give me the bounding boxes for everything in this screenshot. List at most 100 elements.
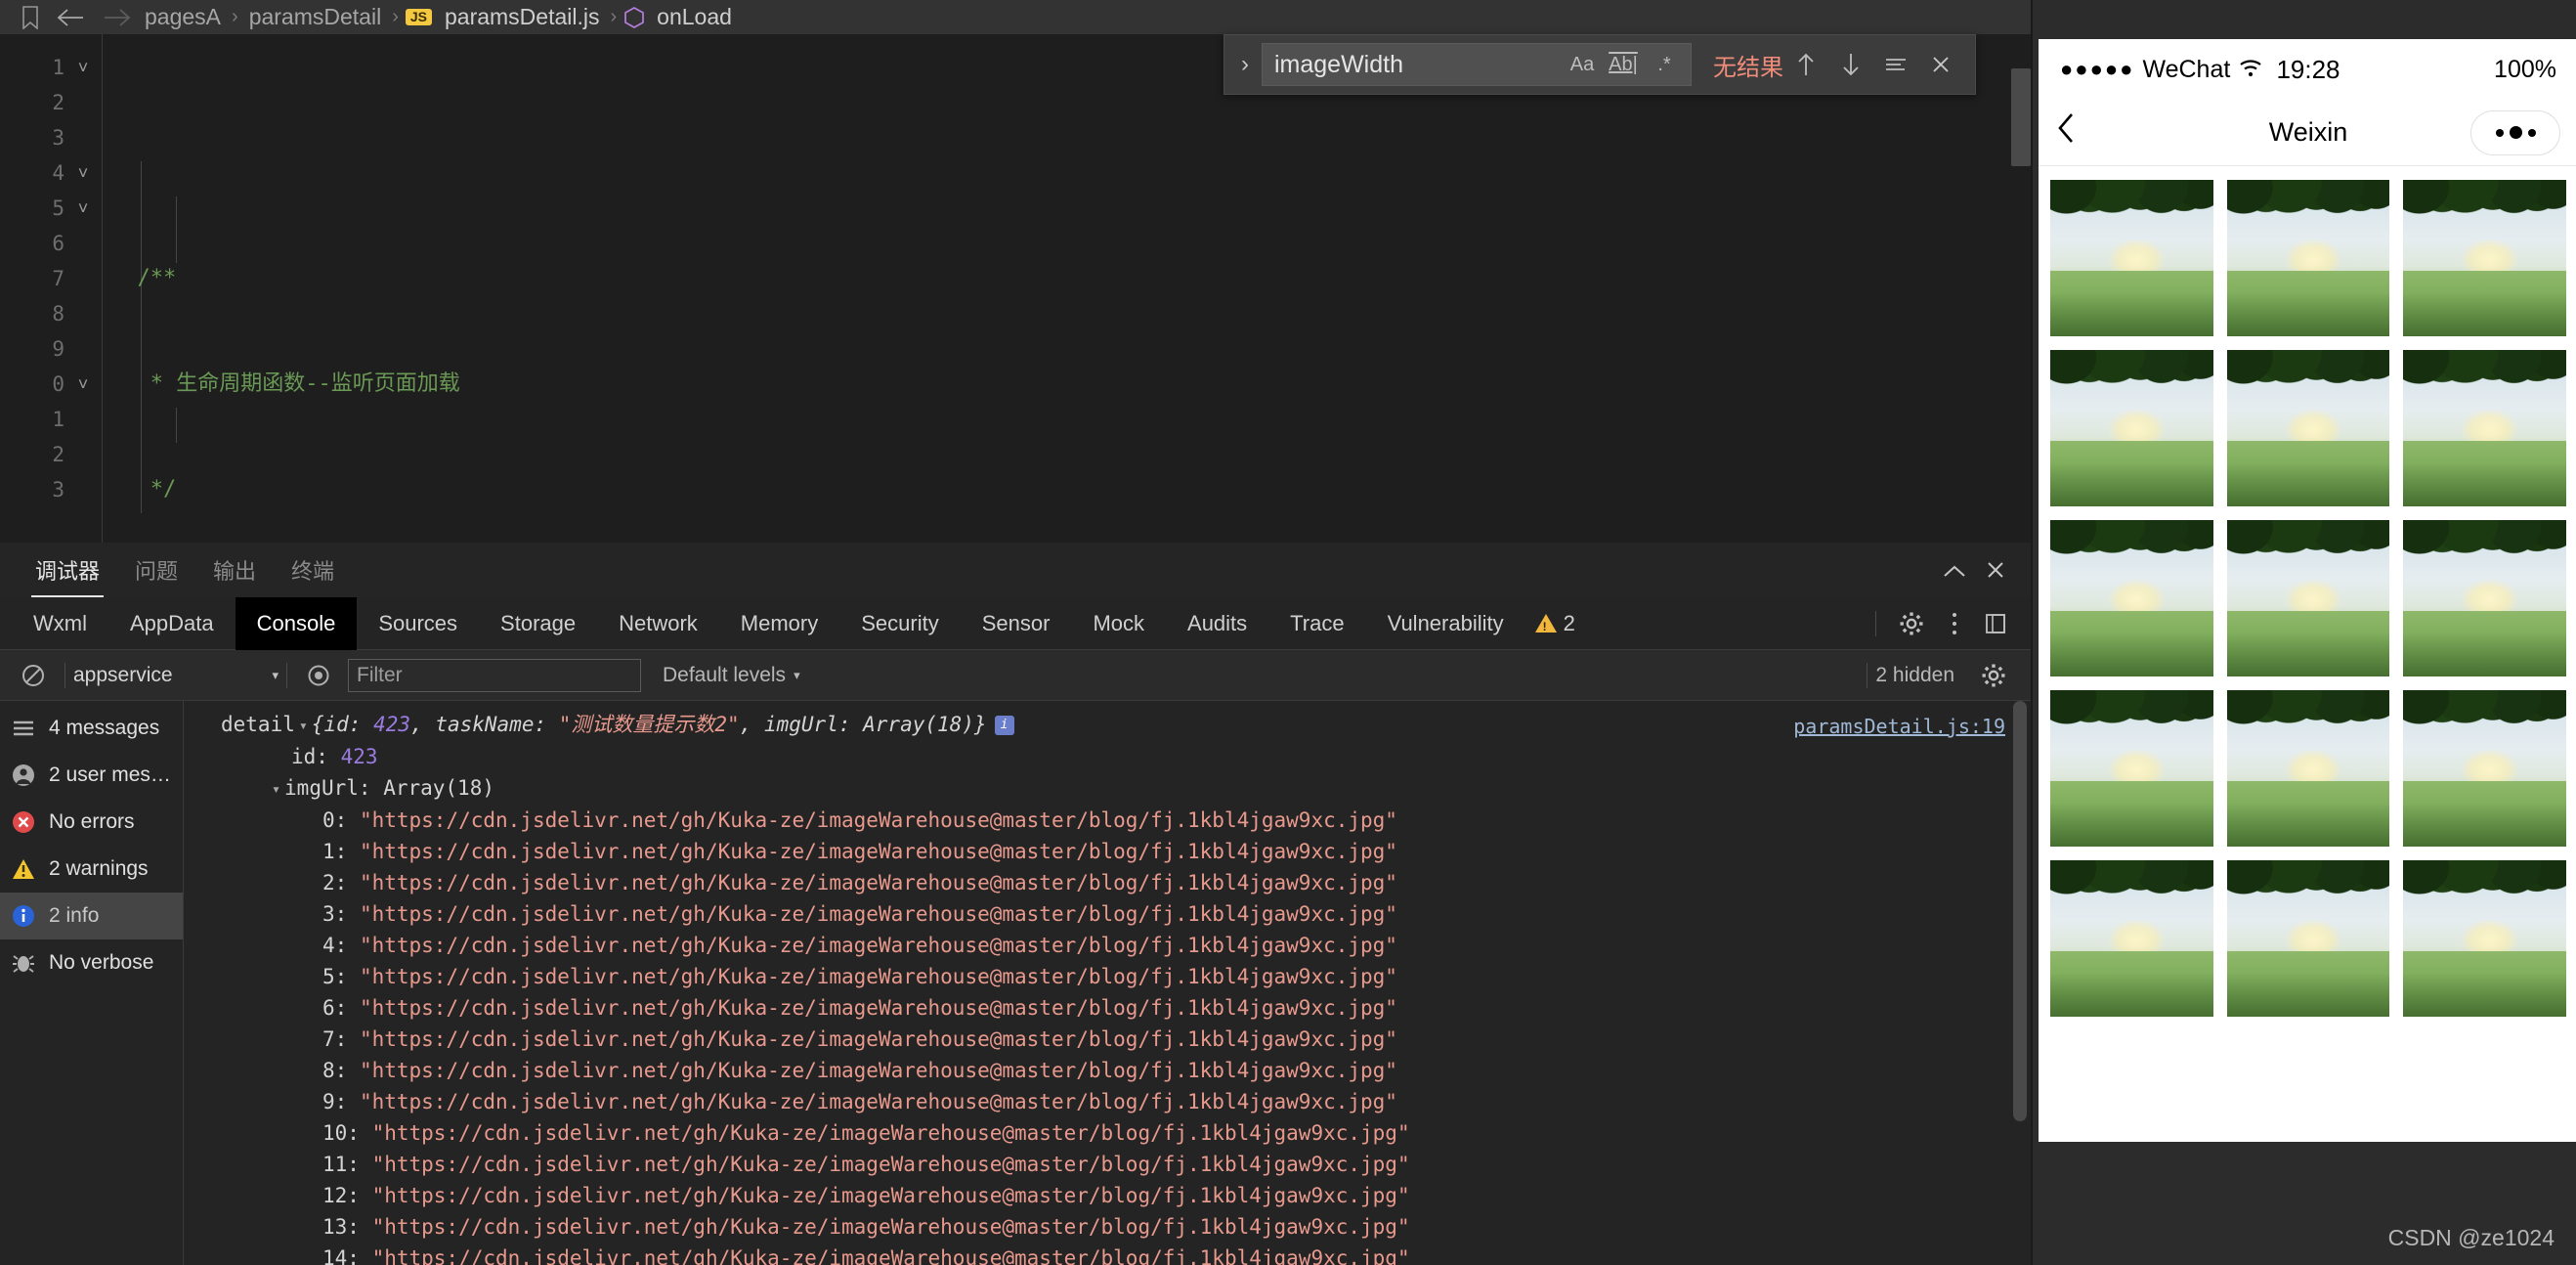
fold-toggle[interactable]: ˅: [64, 191, 102, 226]
log-array-value[interactable]: "https://cdn.jsdelivr.net/gh/Kuka-ze/ima…: [360, 1059, 1397, 1082]
log-source-link[interactable]: paramsDetail.js:19: [1793, 711, 2005, 742]
sidebar-item-verbose[interactable]: No verbose: [0, 939, 183, 986]
code-editor[interactable]: 1 2 3 4 5 6 7 8 9 0 1 2 3 ˅ ˅ ˅ ˅ /** * …: [0, 34, 2031, 543]
tab-network[interactable]: Network: [597, 597, 719, 650]
tab-audits[interactable]: Audits: [1166, 597, 1268, 650]
photo-thumbnail[interactable]: [2050, 520, 2213, 676]
tab-vulnerability[interactable]: Vulnerability: [1366, 597, 1525, 650]
console-log-list[interactable]: detail ▾ {id: 423, taskName: "测试数量提示数2", i…: [184, 701, 2031, 1265]
info-badge-icon[interactable]: i: [994, 716, 1014, 735]
close-icon[interactable]: [1918, 42, 1963, 87]
breadcrumb-segment-1[interactable]: paramsDetail: [245, 4, 386, 30]
bookmark-icon[interactable]: [14, 5, 47, 29]
log-array-value[interactable]: "https://cdn.jsdelivr.net/gh/Kuka-ze/ima…: [372, 1121, 1410, 1145]
log-array-value[interactable]: "https://cdn.jsdelivr.net/gh/Kuka-ze/ima…: [360, 902, 1397, 926]
warning-indicator[interactable]: 2: [1525, 611, 1585, 636]
tab-console[interactable]: Console: [235, 596, 358, 650]
photo-thumbnail[interactable]: [2226, 860, 2390, 1017]
photo-thumbnail[interactable]: [2403, 350, 2566, 506]
chevron-up-icon[interactable]: [1941, 559, 1968, 585]
log-array-value[interactable]: "https://cdn.jsdelivr.net/gh/Kuka-ze/ima…: [372, 1153, 1410, 1176]
log-array-value[interactable]: "https://cdn.jsdelivr.net/gh/Kuka-ze/ima…: [360, 934, 1397, 957]
kebab-menu-icon[interactable]: [1935, 604, 1974, 643]
log-array-value[interactable]: "https://cdn.jsdelivr.net/gh/Kuka-ze/ima…: [360, 871, 1397, 894]
fold-toggle[interactable]: ˅: [64, 50, 102, 85]
disclosure-triangle-icon[interactable]: ▾: [272, 773, 280, 805]
search-next-button[interactable]: [1828, 42, 1873, 87]
photo-thumbnail[interactable]: [2226, 690, 2390, 847]
tab-memory[interactable]: Memory: [719, 597, 839, 650]
breadcrumb-segment-0[interactable]: pagesA: [141, 4, 225, 30]
tab-wxml[interactable]: Wxml: [12, 597, 108, 650]
log-array-value[interactable]: "https://cdn.jsdelivr.net/gh/Kuka-ze/ima…: [360, 808, 1397, 832]
photo-thumbnail[interactable]: [2226, 520, 2390, 676]
dock-panel-icon[interactable]: [1978, 604, 2017, 643]
more-capsule-icon[interactable]: [2470, 109, 2560, 155]
context-selector[interactable]: appservice ▾: [73, 664, 279, 687]
whole-word-icon[interactable]: Ab|: [1603, 47, 1644, 82]
photo-thumbnail[interactable]: [2403, 180, 2566, 336]
photo-thumbnail[interactable]: [2050, 180, 2213, 336]
photo-thumbnail[interactable]: [2403, 690, 2566, 847]
search-prev-button[interactable]: [1783, 42, 1828, 87]
sidebar-item-errors[interactable]: No errors: [0, 799, 183, 846]
photo-thumbnail[interactable]: [2403, 860, 2566, 1017]
log-property-imgurl[interactable]: ▾ imgUrl: Array(18): [184, 772, 2031, 805]
fold-toggle[interactable]: ˅: [64, 367, 102, 402]
tab-security[interactable]: Security: [839, 597, 960, 650]
panel-tab-terminal[interactable]: 终端: [274, 554, 352, 597]
photo-thumbnail[interactable]: [2050, 860, 2213, 1017]
log-array-value[interactable]: "https://cdn.jsdelivr.net/gh/Kuka-ze/ima…: [360, 996, 1397, 1020]
tab-sources[interactable]: Sources: [357, 597, 479, 650]
panel-tab-output[interactable]: 输出: [195, 554, 274, 597]
photo-thumbnail[interactable]: [2050, 350, 2213, 506]
photo-thumbnail[interactable]: [2403, 520, 2566, 676]
log-levels-selector[interactable]: Default levels ▾: [663, 664, 800, 687]
breadcrumb-symbol[interactable]: onLoad: [653, 4, 736, 30]
photo-thumbnail[interactable]: [2050, 690, 2213, 847]
nav-forward-icon[interactable]: [94, 7, 141, 28]
editor-scrollbar[interactable]: [2011, 68, 2031, 166]
eye-icon[interactable]: [295, 650, 342, 701]
find-widget[interactable]: › imageWidth Aa Ab| .* 无结果: [1224, 34, 1976, 95]
console-log-entry[interactable]: detail ▾ {id: 423, taskName: "测试数量提示数2", i…: [184, 701, 2031, 741]
log-array-value[interactable]: "https://cdn.jsdelivr.net/gh/Kuka-ze/ima…: [372, 1215, 1410, 1239]
breadcrumb-file-name[interactable]: paramsDetail.js: [441, 4, 604, 30]
log-array-value[interactable]: "https://cdn.jsdelivr.net/gh/Kuka-ze/ima…: [372, 1246, 1410, 1265]
console-scrollbar[interactable]: [2013, 701, 2027, 1121]
filter-input[interactable]: Filter: [348, 658, 641, 692]
fold-gutter[interactable]: ˅ ˅ ˅ ˅: [64, 34, 102, 543]
code-content[interactable]: /** * 生命周期函数--监听页面加载 */ onLoad: function…: [102, 34, 2031, 543]
panel-tab-debugger[interactable]: 调试器: [18, 554, 117, 597]
nav-back-icon[interactable]: [47, 7, 94, 28]
clear-console-icon[interactable]: [10, 650, 57, 701]
gear-icon[interactable]: [1892, 604, 1931, 643]
tab-trace[interactable]: Trace: [1268, 597, 1365, 650]
log-array-value[interactable]: "https://cdn.jsdelivr.net/gh/Kuka-ze/ima…: [360, 840, 1397, 863]
sidebar-item-messages[interactable]: 4 messages: [0, 705, 183, 752]
search-input[interactable]: imageWidth Aa Ab| .*: [1262, 43, 1692, 86]
chevron-right-icon[interactable]: ›: [1228, 51, 1262, 78]
sidebar-item-user-messages[interactable]: 2 user mes…: [0, 752, 183, 799]
tab-storage[interactable]: Storage: [479, 597, 597, 650]
log-array-value[interactable]: "https://cdn.jsdelivr.net/gh/Kuka-ze/ima…: [372, 1184, 1410, 1207]
log-array-value[interactable]: "https://cdn.jsdelivr.net/gh/Kuka-ze/ima…: [360, 1090, 1397, 1113]
panel-tab-problems[interactable]: 问题: [117, 554, 195, 597]
tab-appdata[interactable]: AppData: [108, 597, 236, 650]
console-settings-gear-icon[interactable]: [1970, 650, 2017, 701]
disclosure-triangle-icon[interactable]: ▾: [299, 710, 308, 741]
tab-mock[interactable]: Mock: [1071, 597, 1166, 650]
photo-thumbnail[interactable]: [2226, 350, 2390, 506]
match-case-icon[interactable]: Aa: [1562, 47, 1603, 82]
sidebar-item-info[interactable]: 2 info: [0, 893, 183, 939]
log-array-value[interactable]: "https://cdn.jsdelivr.net/gh/Kuka-ze/ima…: [360, 965, 1397, 988]
log-array-value[interactable]: "https://cdn.jsdelivr.net/gh/Kuka-ze/ima…: [360, 1027, 1397, 1051]
regex-icon[interactable]: .*: [1644, 47, 1685, 82]
photo-thumbnail[interactable]: [2226, 180, 2390, 336]
sidebar-item-warnings[interactable]: 2 warnings: [0, 846, 183, 893]
fold-toggle[interactable]: ˅: [64, 155, 102, 191]
panel-close-icon[interactable]: [1984, 558, 2007, 586]
search-select-all-icon[interactable]: [1873, 42, 1918, 87]
phone-simulator[interactable]: ●●●●● WeChat 19:28 100% Weixin: [2039, 39, 2576, 1142]
tab-sensor[interactable]: Sensor: [961, 597, 1072, 650]
